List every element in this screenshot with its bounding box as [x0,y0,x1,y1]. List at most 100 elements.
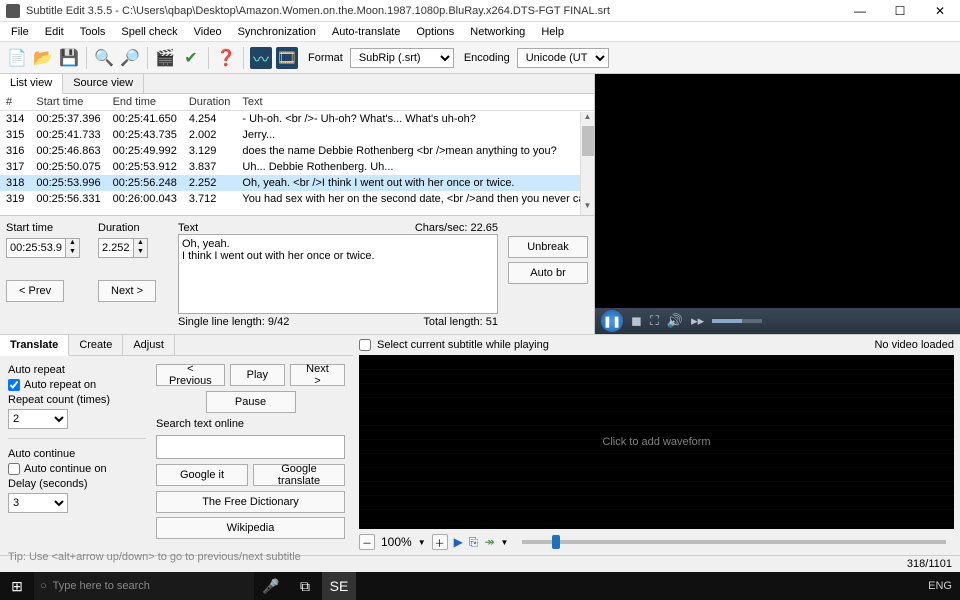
video-toggle-icon[interactable]: 🎞 [276,47,298,69]
maximize-button[interactable]: ☐ [880,0,920,22]
waveform-position-slider[interactable] [522,540,946,544]
col-end[interactable]: End time [107,94,183,111]
auto-continue-group: Auto continue [8,448,146,460]
tab-list-view[interactable]: List view [0,74,63,94]
select-current-checkbox[interactable] [359,339,371,351]
menu-synchronization[interactable]: Synchronization [231,24,323,40]
slider-thumb[interactable] [552,535,560,549]
taskbar-app-icon[interactable]: SE [322,572,356,600]
tab-adjust[interactable]: Adjust [123,335,175,355]
auto-continue-checkbox[interactable] [8,463,20,475]
main-upper: List view Source view # Start time End t… [0,74,960,334]
menu-file[interactable]: File [4,24,36,40]
google-it-button[interactable]: Google it [156,464,248,486]
col-text[interactable]: Text [236,94,594,111]
unbreak-button[interactable]: Unbreak [508,236,588,258]
col-num[interactable]: # [0,94,30,111]
subtitle-grid[interactable]: # Start time End time Duration Text 3140… [0,94,594,216]
format-combo[interactable]: SubRip (.srt) [350,48,454,68]
table-row[interactable]: 31800:25:53.99600:25:56.2482.252Oh, yeah… [0,175,594,191]
wikipedia-button[interactable]: Wikipedia [156,517,345,539]
edit-area: Start time ▲▼ < Prev Duration ▲▼ Next > [0,216,594,334]
start-up-icon[interactable]: ▲ [66,239,79,248]
duration-input[interactable] [98,238,134,258]
taskbar-search[interactable]: ○ Type here to search [34,572,254,600]
repeat-count-select[interactable]: 2 [8,409,68,429]
trans-play-button[interactable]: Play [230,364,285,386]
task-view-icon[interactable]: ⧉ [288,572,322,600]
toolbar: 📄 📂 💾 🔍 🔎 🎬 ✔ ❓ 〰 🎞 Format SubRip (.srt)… [0,42,960,74]
wave-next-icon[interactable]: ↠ [484,535,494,549]
help-icon[interactable]: ❓ [215,47,237,69]
menu-spellcheck[interactable]: Spell check [114,24,184,40]
waveform-area[interactable]: Click to add waveform [359,355,954,529]
open-file-icon[interactable]: 📂 [32,47,54,69]
zoom-in-icon[interactable]: ＋ [432,534,448,550]
menu-autotranslate[interactable]: Auto-translate [325,24,407,40]
tab-create[interactable]: Create [69,335,123,355]
spellcheck-icon[interactable]: ✔ [180,47,202,69]
next-button[interactable]: Next > [98,280,156,302]
start-time-input[interactable] [6,238,66,258]
grid-scrollbar[interactable]: ▲ ▼ [580,112,594,215]
search-placeholder: Type here to search [53,580,150,592]
waveform-toggle-icon[interactable]: 〰 [250,47,272,69]
waveform-controls: － 100% ▼ ＋ ▶ ⎘ ↠ ▼ [353,529,960,555]
taskbar-lang[interactable]: ENG [928,580,952,592]
free-dictionary-button[interactable]: The Free Dictionary [156,491,345,513]
prev-button[interactable]: < Prev [6,280,64,302]
wave-play-icon[interactable]: ▶ [454,535,463,549]
trans-previous-button[interactable]: < Previous [156,364,225,386]
subtitle-list-panel: List view Source view # Start time End t… [0,74,595,334]
subtitle-text-input[interactable]: Oh, yeah. I think I went out with her on… [178,234,498,314]
menu-edit[interactable]: Edit [38,24,71,40]
trans-pause-button[interactable]: Pause [206,391,296,413]
start-down-icon[interactable]: ▼ [66,248,79,257]
tab-translate[interactable]: Translate [0,335,69,356]
encoding-combo[interactable]: Unicode (UTF-8) [517,48,609,68]
menu-options[interactable]: Options [409,24,461,40]
menu-networking[interactable]: Networking [463,24,532,40]
find-icon[interactable]: 🔍 [93,47,115,69]
search-online-label: Search text online [156,418,345,430]
start-button-icon[interactable]: ⊞ [0,572,34,600]
autobr-button[interactable]: Auto br [508,262,588,284]
table-row[interactable]: 31600:25:46.86300:25:49.9923.129does the… [0,143,594,159]
visual-sync-icon[interactable]: 🎬 [154,47,176,69]
close-button[interactable]: ✕ [920,0,960,22]
save-file-icon[interactable]: 💾 [58,47,80,69]
google-translate-button[interactable]: Google translate [253,464,345,486]
col-dur[interactable]: Duration [183,94,237,111]
tab-source-view[interactable]: Source view [63,74,144,93]
volume-slider[interactable] [712,319,762,323]
minimize-button[interactable]: — [840,0,880,22]
duration-label: Duration [98,222,168,234]
dur-up-icon[interactable]: ▲ [134,239,147,248]
delay-select[interactable]: 3 [8,493,68,513]
table-row[interactable]: 31700:25:50.07500:25:53.9123.837Uh... De… [0,159,594,175]
new-file-icon[interactable]: 📄 [6,47,28,69]
col-start[interactable]: Start time [30,94,106,111]
replace-icon[interactable]: 🔎 [119,47,141,69]
volume-icon[interactable]: 🔊 [667,313,683,329]
menu-video[interactable]: Video [187,24,229,40]
dur-down-icon[interactable]: ▼ [134,248,147,257]
fullscreen-icon[interactable]: ⛶ [650,313,659,329]
menu-help[interactable]: Help [534,24,571,40]
play-pause-icon[interactable]: ❚❚ [601,310,623,332]
table-row[interactable]: 31500:25:41.73300:25:43.7352.002Jerry... [0,127,594,143]
search-online-input[interactable] [156,435,345,459]
stop-icon[interactable]: ◼ [631,313,642,329]
auto-repeat-checkbox[interactable] [8,379,20,391]
menu-bar: File Edit Tools Spell check Video Synchr… [0,22,960,42]
table-row[interactable]: 31900:25:56.33100:26:00.0433.712You had … [0,191,594,207]
trans-next-button[interactable]: Next > [290,364,345,386]
mic-icon[interactable]: 🎤 [254,572,288,600]
scrollbar-thumb[interactable] [582,126,594,156]
mute-icon[interactable]: ▸▸ [691,313,704,329]
zoom-out-icon[interactable]: － [359,534,375,550]
auto-continue-label: Auto continue on [24,463,107,475]
table-row[interactable]: 31400:25:37.39600:25:41.6504.254- Uh-oh.… [0,111,594,128]
wave-position-icon[interactable]: ⎘ [469,535,479,550]
menu-tools[interactable]: Tools [73,24,113,40]
